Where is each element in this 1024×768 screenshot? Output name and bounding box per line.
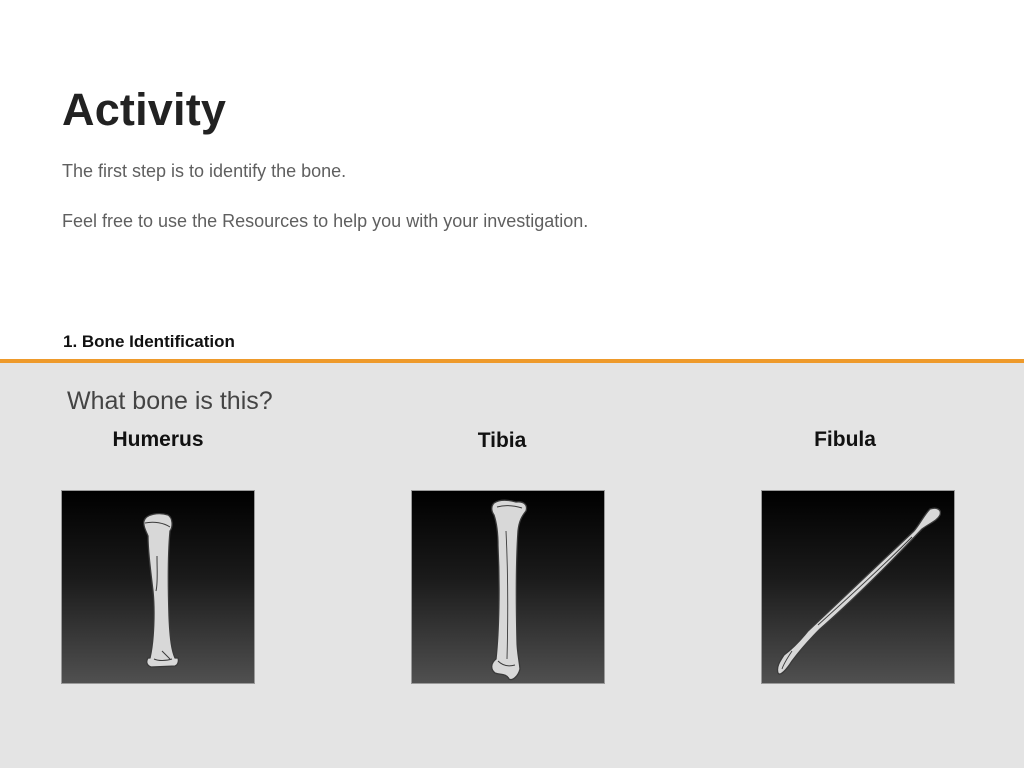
page-header: Activity The first step is to identify t… bbox=[0, 0, 1024, 359]
humerus-image[interactable] bbox=[61, 490, 255, 684]
answer-option-tibia[interactable]: Tibia bbox=[411, 423, 611, 753]
question-text: What bone is this? bbox=[67, 387, 273, 415]
humerus-bone-icon bbox=[143, 513, 180, 668]
tibia-bone-icon bbox=[491, 499, 528, 681]
intro-text: The first step is to identify the bone. bbox=[62, 161, 347, 181]
section-label: 1. Bone Identification bbox=[63, 332, 235, 351]
resources-hint-text: Feel free to use the Resources to help y… bbox=[62, 211, 589, 231]
answer-option-humerus[interactable]: Humerus bbox=[61, 423, 261, 753]
option-label: Tibia bbox=[477, 429, 527, 452]
option-label: Humerus bbox=[112, 428, 204, 451]
tibia-image[interactable] bbox=[411, 490, 605, 684]
option-label: Fibula bbox=[814, 428, 876, 451]
question-panel: What bone is this? Humerus Tibia Fibula bbox=[0, 363, 1024, 768]
page-title: Activity bbox=[62, 84, 227, 135]
answer-option-fibula[interactable]: Fibula bbox=[761, 423, 961, 753]
fibula-image[interactable] bbox=[761, 490, 955, 684]
fibula-bone-icon bbox=[776, 507, 942, 675]
